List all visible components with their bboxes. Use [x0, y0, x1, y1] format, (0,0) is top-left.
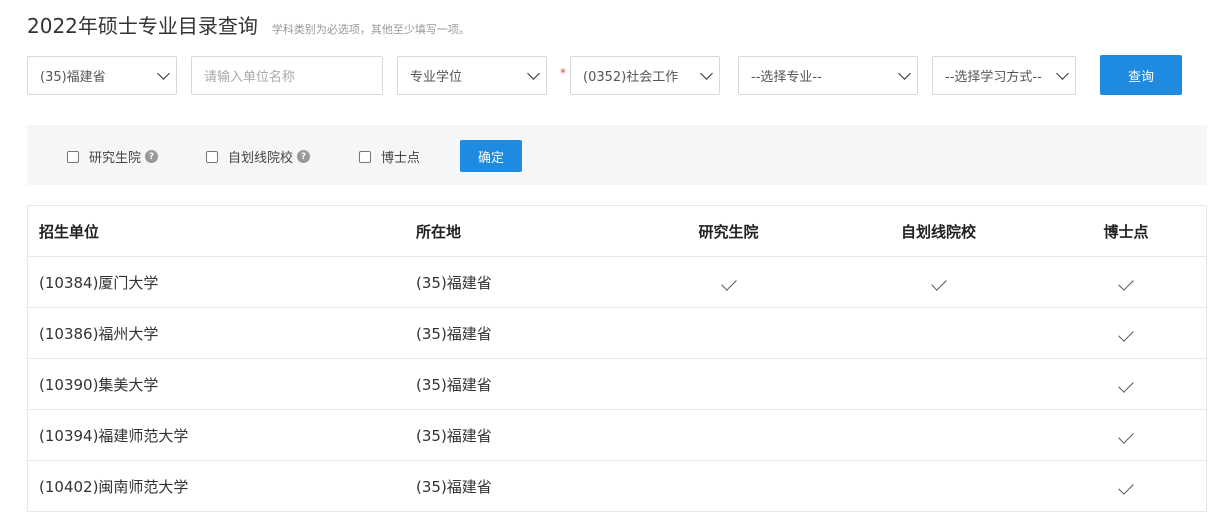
unit-name-cell: (10390)集美大学 — [39, 375, 159, 394]
table-row: (10402)闽南师范大学 (35)福建省 — [28, 461, 1206, 512]
location-cell: (35)福建省 — [416, 273, 492, 292]
table-row: (10386)福州大学 (35)福建省 — [28, 308, 1206, 359]
self-line-label: 自划线院校 — [228, 151, 294, 166]
chevron-down-icon — [1056, 66, 1069, 80]
question-circle-icon[interactable]: ? — [145, 150, 159, 163]
chevron-down-icon — [157, 66, 170, 80]
self-line-option[interactable]: 自划线院校 ? — [206, 147, 311, 166]
table-row: (10394)福建师范大学 (35)福建省 — [28, 410, 1206, 461]
doctoral-label: 博士点 — [381, 151, 421, 166]
query-button[interactable]: 查询 — [1100, 55, 1182, 95]
doctoral-cell — [1046, 273, 1206, 291]
checkmark-icon — [1118, 428, 1134, 444]
graduate-school-cell — [626, 273, 831, 291]
column-header-graduate-school: 研究生院 — [698, 222, 759, 241]
province-select-value: (35)福建省 — [40, 70, 106, 85]
graduate-school-option[interactable]: 研究生院 ? — [67, 147, 159, 166]
question-circle-icon[interactable]: ? — [297, 150, 311, 163]
column-header-location: 所在地 — [416, 222, 462, 241]
location-cell: (35)福建省 — [416, 477, 492, 496]
chevron-down-icon — [527, 66, 540, 80]
page-title: 2022年硕士专业目录查询 — [27, 14, 258, 38]
self-line-checkbox[interactable] — [206, 150, 218, 163]
checkmark-icon — [1118, 377, 1134, 393]
doctoral-cell — [1046, 324, 1206, 342]
checkmark-icon — [720, 275, 737, 291]
degree-type-value: 专业学位 — [410, 70, 463, 85]
table-header-row: 招生单位 所在地 研究生院 自划线院校 博士点 — [28, 206, 1206, 257]
province-select[interactable]: (35)福建省 — [27, 56, 177, 95]
table-row: (10384)厦门大学 (35)福建省 — [28, 257, 1206, 308]
study-mode-value: --选择学习方式-- — [945, 70, 1042, 85]
chevron-down-icon — [898, 66, 911, 80]
location-cell: (35)福建省 — [416, 375, 492, 394]
location-cell: (35)福建省 — [416, 426, 492, 445]
unit-name-placeholder: 请输入单位名称 — [204, 70, 296, 85]
checkmark-icon — [1118, 479, 1134, 495]
column-header-unit: 招生单位 — [39, 222, 100, 241]
title-row: 2022年硕士专业目录查询 学科类别为必选项，其他至少填写一项。 — [27, 10, 470, 39]
unit-name-cell: (10386)福州大学 — [39, 324, 159, 343]
location-cell: (35)福建省 — [416, 324, 492, 343]
doctoral-checkbox[interactable] — [359, 150, 371, 163]
table-row: (10390)集美大学 (35)福建省 — [28, 359, 1206, 410]
filter-options-bar: 研究生院 ? 自划线院校 ? 博士点 确定 — [27, 125, 1207, 185]
checkmark-icon — [930, 275, 947, 291]
unit-name-cell: (10394)福建师范大学 — [39, 426, 189, 445]
graduate-school-checkbox[interactable] — [67, 150, 79, 163]
required-mark: * — [560, 66, 566, 80]
unit-name-input[interactable]: 请输入单位名称 — [191, 56, 383, 95]
major-value: --选择专业-- — [751, 70, 822, 85]
study-mode-select[interactable]: --选择学习方式-- — [932, 56, 1076, 95]
discipline-select[interactable]: (0352)社会工作 — [570, 56, 720, 95]
degree-type-select[interactable]: 专业学位 — [397, 56, 547, 95]
major-select[interactable]: --选择专业-- — [738, 56, 918, 95]
doctoral-option[interactable]: 博士点 — [359, 147, 420, 166]
doctoral-cell — [1046, 375, 1206, 393]
results-table: 招生单位 所在地 研究生院 自划线院校 博士点 (10384)厦门大学 (35)福… — [27, 205, 1207, 512]
column-header-doctoral: 博士点 — [1103, 222, 1149, 241]
chevron-down-icon — [700, 66, 713, 80]
doctoral-cell — [1046, 426, 1206, 444]
unit-name-cell: (10402)闽南师范大学 — [39, 477, 189, 496]
column-header-self-line: 自划线院校 — [900, 222, 976, 241]
doctoral-cell — [1046, 477, 1206, 495]
page-hint: 学科类别为必选项，其他至少填写一项。 — [271, 23, 470, 36]
checkmark-icon — [1118, 326, 1134, 342]
discipline-value: (0352)社会工作 — [583, 70, 679, 85]
confirm-button[interactable]: 确定 — [460, 140, 522, 172]
unit-name-cell: (10384)厦门大学 — [39, 273, 159, 292]
checkmark-icon — [1118, 275, 1134, 291]
graduate-school-label: 研究生院 — [89, 151, 142, 166]
self-line-cell — [831, 273, 1046, 291]
table-body: (10384)厦门大学 (35)福建省 (10386)福州大学 (35)福建省 (103… — [28, 257, 1206, 512]
